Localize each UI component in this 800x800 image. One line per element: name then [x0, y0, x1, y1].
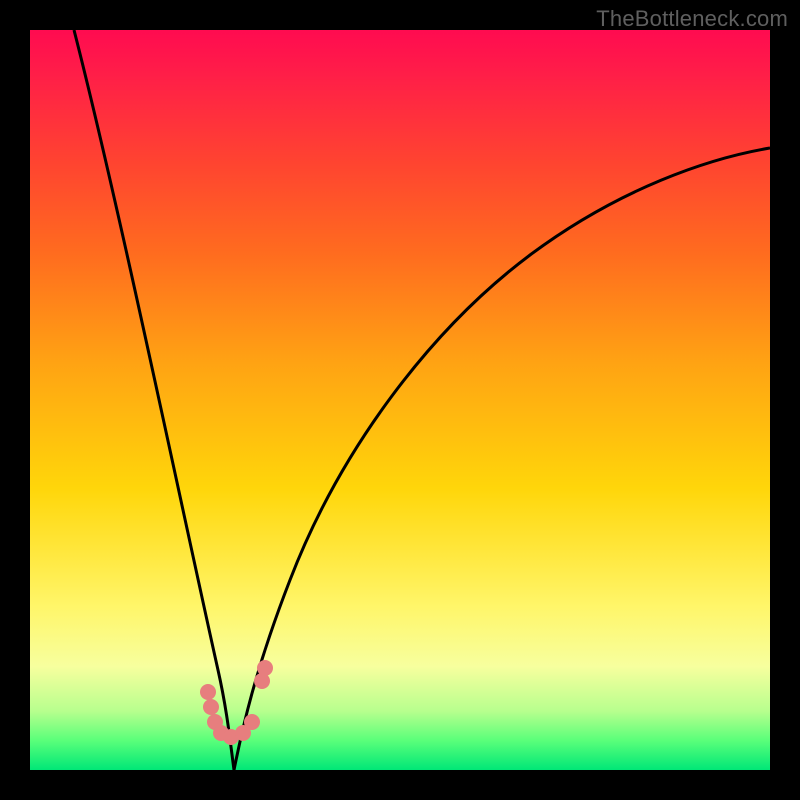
marker-dot	[257, 660, 273, 676]
marker-dot	[244, 714, 260, 730]
left-curve	[74, 30, 234, 770]
marker-cluster	[200, 660, 273, 745]
watermark-text: TheBottleneck.com	[596, 6, 788, 32]
chart-svg	[30, 30, 770, 770]
chart-plot-area	[30, 30, 770, 770]
marker-dot	[203, 699, 219, 715]
right-curve	[234, 148, 770, 770]
marker-dot	[200, 684, 216, 700]
